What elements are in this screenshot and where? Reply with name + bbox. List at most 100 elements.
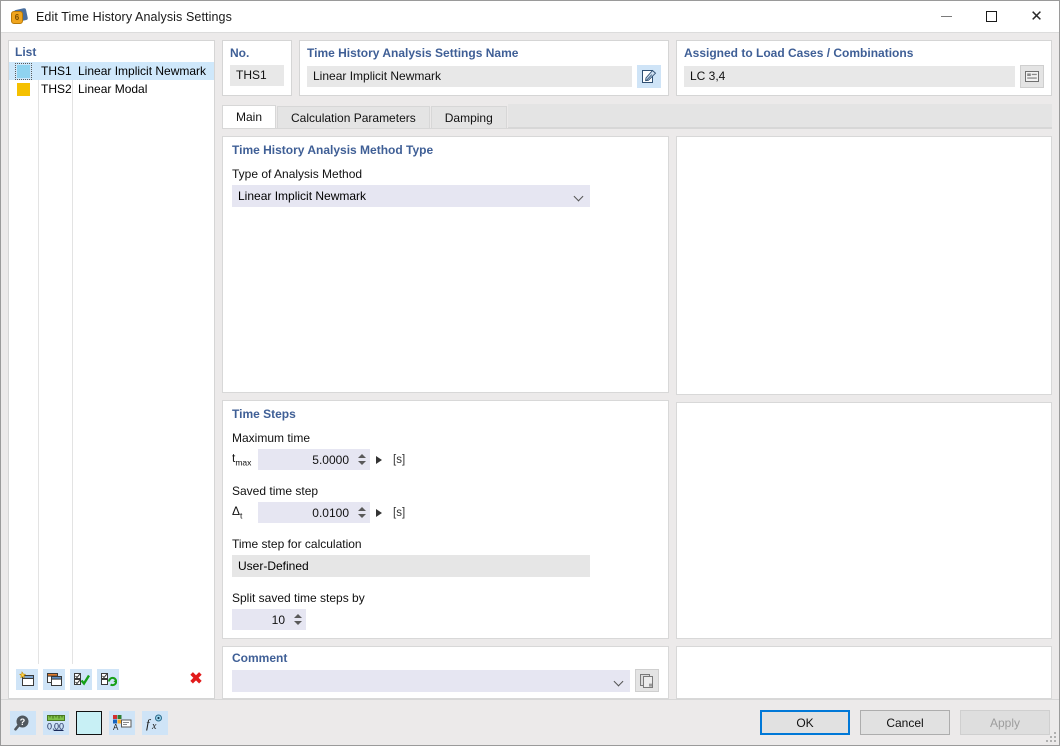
left-column: List THS1 Linear Implicit Newmark THS2 L… [1,33,215,699]
color-swatch-icon [77,711,101,734]
no-caption: No. [230,46,250,60]
list-panel: List THS1 Linear Implicit Newmark THS2 L… [8,40,215,699]
checklist-check-icon [73,673,90,686]
name-caption: Time History Analysis Settings Name [307,46,519,60]
ok-button[interactable]: OK [760,710,850,735]
spinner-arrows-icon[interactable] [356,504,367,521]
title-bar: 6 Edit Time History Analysis Settings ✕ [1,1,1059,33]
footer-icon-bar: ? 0, 00 A f x [10,710,168,735]
dialog-window: 6 Edit Time History Analysis Settings ✕ … [0,0,1060,746]
display-properties-icon: A [113,715,132,731]
red-x-icon: ✖ [188,668,204,689]
dialog-footer: ? 0, 00 A f x OK Cancel Apply [1,699,1059,745]
svg-text:00: 00 [54,722,64,732]
column-divider-1 [38,62,39,664]
split-steps-row: 10 [232,609,659,630]
analysis-method-select[interactable]: Linear Implicit Newmark [232,185,590,207]
minimize-icon [941,16,952,17]
saved-time-step-symbol: Δt [232,504,243,521]
time-steps-title: Time Steps [232,407,296,421]
expand-right-icon[interactable] [376,455,382,464]
split-steps-label: Split saved time steps by [232,591,365,605]
comment-select[interactable] [232,669,630,692]
window-controls: ✕ [924,1,1059,32]
split-steps-value: 10 [271,612,285,627]
list-item-color-cell [9,62,38,80]
footer-buttons: OK Cancel Apply [760,710,1050,735]
resize-grip[interactable] [1046,732,1056,742]
svg-text:?: ? [20,717,26,727]
method-type-panel: Time History Analysis Method Type Type o… [222,136,669,393]
split-steps-stepper[interactable]: 10 [232,609,306,630]
window-title: Edit Time History Analysis Settings [36,9,232,24]
apply-button: Apply [960,710,1050,735]
new-item-button[interactable] [16,668,38,690]
display-properties-button[interactable]: A [109,710,135,735]
maximum-time-row: tmax 5.0000 [s] [232,449,659,470]
calc-time-step-label: Time step for calculation [232,537,362,551]
new-window-icon [18,671,34,686]
refresh-selection-button[interactable] [97,668,119,690]
list-header: List [15,45,37,59]
help-button[interactable]: ? [10,710,36,735]
preview-panel-bottom [676,646,1052,699]
tab-calculation-parameters[interactable]: Calculation Parameters [277,106,430,128]
color-swatch [17,82,30,96]
list-item-name: Linear Implicit Newmark [78,64,207,78]
assigned-caption: Assigned to Load Cases / Combinations [684,46,914,60]
close-button[interactable]: ✕ [1014,1,1059,32]
name-field-box: Time History Analysis Settings Name Line… [299,40,669,96]
comment-panel: Comment [222,646,669,699]
calc-time-step-value: User-Defined [232,555,590,577]
saved-time-step-stepper[interactable]: 0.0100 [258,502,370,523]
preview-panel-middle [676,402,1052,639]
tab-damping[interactable]: Damping [430,106,507,128]
units-button[interactable]: 0, 00 [43,710,69,735]
spinner-arrows-icon[interactable] [356,451,367,468]
expand-right-icon[interactable] [376,508,382,517]
svg-text:x: x [151,721,157,731]
copy-item-button[interactable] [43,668,65,690]
maximum-time-stepper[interactable]: 5.0000 [258,449,370,470]
color-swatch [15,62,32,80]
name-input[interactable]: Linear Implicit Newmark [307,66,632,87]
chevron-down-icon [574,191,584,201]
maximize-icon [986,11,997,22]
saved-time-step-value: 0.0100 [312,505,349,520]
spinner-arrows-icon[interactable] [292,611,303,628]
assigned-value[interactable]: LC 3,4 [684,66,1015,87]
copy-pages-icon[interactable] [635,669,659,692]
column-divider-2 [72,62,73,664]
dialog-body: List THS1 Linear Implicit Newmark THS2 L… [1,33,1059,699]
maximum-time-unit: [s] [393,453,406,466]
preview-panel-top [676,136,1052,395]
color-swatch-button[interactable] [76,710,102,735]
time-steps-panel: Time Steps Maximum time tmax 5.0000 [s] … [222,400,669,639]
list-item[interactable]: THS2 Linear Modal [9,80,214,98]
no-field-box: No. THS1 [222,40,292,96]
edit-pencil-icon[interactable] [637,65,661,88]
list-item-no: THS1 [41,64,72,78]
close-icon: ✕ [1030,7,1043,25]
tab-page-main: Time History Analysis Method Type Type o… [222,129,1052,699]
checklist-refresh-icon [100,673,117,687]
main-right-panels [676,136,1052,699]
list-toolbar: ✖ [9,664,214,698]
list-item-no: THS2 [41,82,72,96]
chevron-down-icon [614,676,624,686]
maximize-button[interactable] [969,1,1014,32]
formula-button[interactable]: f x [142,710,168,735]
select-all-button[interactable] [70,668,92,690]
maximum-time-label: Maximum time [232,431,311,445]
top-fields: No. THS1 Time History Analysis Settings … [222,40,1052,96]
minimize-button[interactable] [924,1,969,32]
cancel-button[interactable]: Cancel [860,710,950,735]
comment-title: Comment [232,651,288,665]
list-item[interactable]: THS1 Linear Implicit Newmark [9,62,214,80]
tab-strip: Main Calculation Parameters Damping [222,104,1052,129]
assigned-field-box: Assigned to Load Cases / Combinations LC… [676,40,1052,96]
load-case-list-icon[interactable] [1020,65,1044,88]
tab-main[interactable]: Main [222,105,277,128]
lock-orange-icon: 6 [10,7,29,26]
delete-item-button[interactable]: ✖ [185,669,207,690]
